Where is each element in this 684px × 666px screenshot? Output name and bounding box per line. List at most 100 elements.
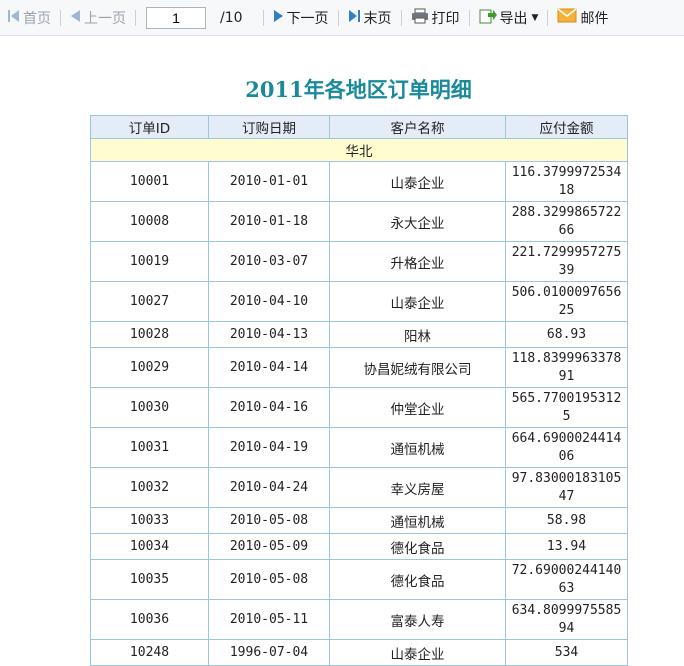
table-row: 10033 2010-05-08 通恒机械 58.98 <box>90 507 628 534</box>
customer-cell: 幸义房屋 <box>329 467 506 508</box>
column-header-amount: 应付金额 <box>505 115 628 139</box>
export-button[interactable]: 导出 ▼ <box>476 6 542 30</box>
export-icon <box>479 8 497 28</box>
mail-label: 邮件 <box>580 10 609 27</box>
order-date-cell: 2010-01-01 <box>208 161 330 202</box>
toolbar-divider <box>135 9 136 26</box>
customer-cell: 升格企业 <box>329 241 506 282</box>
customer-cell: 永大企业 <box>329 201 506 242</box>
order-date-cell: 2010-04-19 <box>208 427 330 468</box>
toolbar-divider <box>60 9 61 26</box>
customer-cell: 仲堂企业 <box>329 387 506 428</box>
toolbar-divider <box>400 9 402 26</box>
order-date-cell: 2010-04-13 <box>208 321 330 348</box>
order-id-cell: 10028 <box>90 321 209 348</box>
amount-cell: 68.93 <box>505 321 628 348</box>
prev-page-icon <box>70 9 81 27</box>
toolbar-divider <box>262 9 264 26</box>
amount-cell: 664.690002441406 <box>505 427 628 468</box>
order-id-cell: 10035 <box>90 559 209 600</box>
order-date-cell: 2010-04-10 <box>208 281 330 322</box>
customer-cell: 通恒机械 <box>329 507 506 534</box>
report-title: 2011年各地区订单明细 <box>245 77 472 102</box>
first-page-button[interactable]: 首页 <box>4 6 54 30</box>
report-toolbar: 首页 上一页 /10 下一页 末页 打印 导出 ▼ <box>0 0 684 36</box>
next-page-icon <box>273 9 284 27</box>
printer-icon <box>411 8 429 28</box>
order-id-cell: 10033 <box>90 507 209 534</box>
amount-cell: 97.8300018310547 <box>505 467 628 508</box>
order-id-cell: 10027 <box>90 281 209 322</box>
amount-cell: 534 <box>505 639 628 666</box>
order-id-cell: 10034 <box>90 533 209 560</box>
customer-cell: 协昌妮绒有限公司 <box>329 347 506 388</box>
order-date-cell: 2010-05-09 <box>208 533 330 560</box>
toolbar-divider <box>468 9 470 26</box>
first-page-icon <box>7 9 20 27</box>
last-page-button[interactable]: 末页 <box>345 6 395 30</box>
page-total: /10 <box>220 9 243 26</box>
toolbar-divider <box>337 9 339 26</box>
table-header-row: 订单ID 订购日期 客户名称 应付金额 <box>90 115 628 139</box>
table-row: 10032 2010-04-24 幸义房屋 97.8300018310547 <box>90 467 628 508</box>
amount-cell: 116.379997253418 <box>505 161 628 202</box>
table-row: 10001 2010-01-01 山泰企业 116.379997253418 <box>90 161 628 202</box>
next-page-label: 下一页 <box>286 10 329 27</box>
order-id-cell: 10248 <box>90 639 209 666</box>
order-date-cell: 2010-05-08 <box>208 507 330 534</box>
order-id-cell: 10029 <box>90 347 209 388</box>
prev-page-label: 上一页 <box>84 10 126 27</box>
order-table: 订单ID 订购日期 客户名称 应付金额 华北 10001 2010-01-01 山泰… <box>90 115 628 666</box>
order-id-cell: 10008 <box>90 201 209 242</box>
toolbar-divider <box>547 9 549 26</box>
print-button[interactable]: 打印 <box>408 6 463 30</box>
amount-cell: 13.94 <box>505 533 628 560</box>
amount-cell: 72.6900024414063 <box>505 559 628 600</box>
amount-cell: 118.839996337891 <box>505 347 628 388</box>
next-page-button[interactable]: 下一页 <box>270 6 332 30</box>
table-row: 10008 2010-01-18 永大企业 288.329986572266 <box>90 201 628 242</box>
last-page-label: 末页 <box>363 10 392 27</box>
customer-cell: 山泰企业 <box>329 639 506 666</box>
table-body: 华北 10001 2010-01-01 山泰企业 116.379997253418 10… <box>90 138 628 666</box>
order-date-cell: 2010-05-08 <box>208 559 330 600</box>
chevron-down-icon: ▼ <box>531 12 539 23</box>
customer-cell: 山泰企业 <box>329 161 506 202</box>
amount-cell: 221.729995727539 <box>505 241 628 282</box>
order-id-cell: 10030 <box>90 387 209 428</box>
table-row: 10028 2010-04-13 阳林 68.93 <box>90 321 628 348</box>
customer-cell: 山泰企业 <box>329 281 506 322</box>
page-number-input[interactable] <box>146 6 206 29</box>
order-date-cell: 2010-04-24 <box>208 467 330 508</box>
customer-cell: 德化食品 <box>329 559 506 600</box>
amount-cell: 506.010009765625 <box>505 281 628 322</box>
column-header-customer: 客户名称 <box>329 115 506 139</box>
export-label: 导出 <box>499 10 528 27</box>
column-header-order-date: 订购日期 <box>208 115 330 139</box>
table-row: 10019 2010-03-07 升格企业 221.729995727539 <box>90 241 628 282</box>
table-row: 10034 2010-05-09 德化食品 13.94 <box>90 533 628 560</box>
order-date-cell: 1996-07-04 <box>208 639 330 666</box>
print-label: 打印 <box>431 10 460 27</box>
group-row: 华北 <box>90 138 628 162</box>
prev-page-button[interactable]: 上一页 <box>67 6 129 30</box>
order-id-cell: 10019 <box>90 241 209 282</box>
amount-cell: 58.98 <box>505 507 628 534</box>
mail-button[interactable]: 邮件 <box>554 6 611 30</box>
table-row: 10031 2010-04-19 通恒机械 664.690002441406 <box>90 427 628 468</box>
table-row: 10030 2010-04-16 仲堂企业 565.7700195312 5 <box>90 387 628 428</box>
order-id-cell: 10001 <box>90 161 209 202</box>
table-row: 10029 2010-04-14 协昌妮绒有限公司 118.839996337891 <box>90 347 628 388</box>
customer-cell: 阳林 <box>329 321 506 348</box>
mail-icon <box>557 8 577 27</box>
column-header-order-id: 订单ID <box>90 115 209 139</box>
table-row: 10248 1996-07-04 山泰企业 534 <box>90 639 628 666</box>
order-id-cell: 10032 <box>90 467 209 508</box>
order-date-cell: 2010-04-16 <box>208 387 330 428</box>
last-page-icon <box>348 9 361 27</box>
order-id-cell: 10031 <box>90 427 209 468</box>
table-row: 10035 2010-05-08 德化食品 72.6900024414063 <box>90 559 628 600</box>
order-date-cell: 2010-03-07 <box>208 241 330 282</box>
amount-cell: 565.7700195312 5 <box>505 387 628 428</box>
order-date-cell: 2010-01-18 <box>208 201 330 242</box>
